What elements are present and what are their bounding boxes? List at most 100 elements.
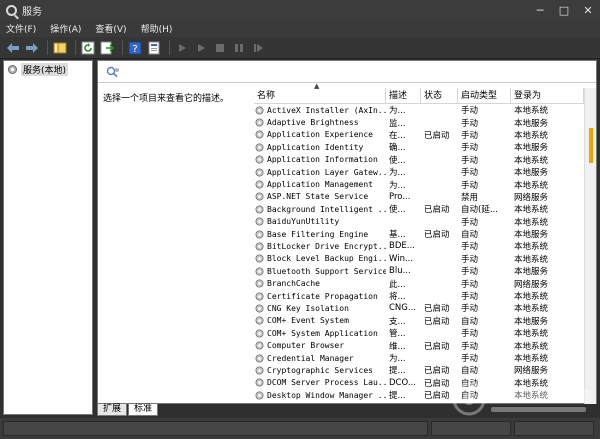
service-name-cell: BranchCache: [254, 279, 386, 288]
export-icon: [100, 41, 114, 54]
service-gear-icon: [255, 279, 264, 288]
service-logon-cell: 本地系统: [514, 254, 549, 265]
table-row[interactable]: Block Level Backup Engi... Win... 手动 本地系统: [254, 253, 584, 265]
table-row[interactable]: Cryptographic Services 提... 已启动 自动 网络服务: [254, 364, 584, 376]
toolbar-separator: [169, 40, 170, 55]
table-row[interactable]: COM+ System Application 管... 手动 本地系统: [254, 327, 584, 339]
restart-service-button[interactable]: [250, 40, 266, 56]
service-logon-cell: 本地系统: [514, 205, 549, 216]
service-description-cell: 为...: [389, 106, 406, 117]
table-row[interactable]: CNG Key Isolation CNG... 已启动 手动 本地系统: [254, 302, 584, 314]
close-button[interactable]: ✕: [576, 0, 600, 20]
service-description-cell: 在...: [389, 130, 406, 141]
table-row[interactable]: Base Filtering Engine 基... 已启动 自动 本地服务: [254, 228, 584, 240]
help-button[interactable]: ?: [127, 40, 143, 56]
service-name-cell: ActiveX Installer (AxIn...: [254, 106, 386, 115]
tree-item-services-local[interactable]: 服务(本地): [4, 61, 92, 78]
services-app-icon: [6, 4, 17, 16]
forward-button[interactable]: [24, 40, 40, 56]
service-status-cell: 已启动: [424, 304, 450, 315]
start-service-button[interactable]: [174, 40, 190, 56]
tab-extended[interactable]: 扩展: [97, 404, 128, 416]
service-logon-cell: 本地服务: [514, 267, 549, 278]
back-button[interactable]: [5, 40, 21, 56]
title-bar: 服务 ─ □ ✕: [0, 0, 600, 20]
menu-action[interactable]: 操作(A): [50, 22, 81, 35]
service-name: COM+ System Application: [267, 328, 378, 338]
menu-view[interactable]: 查看(V): [95, 22, 126, 35]
menu-help[interactable]: 帮助(H): [141, 22, 173, 35]
help-icon: ?: [128, 41, 142, 55]
table-row[interactable]: Credential Manager 为... 手动 本地系统: [254, 352, 584, 364]
properties-button[interactable]: [146, 40, 162, 56]
service-gear-icon: [255, 366, 264, 375]
service-name: BaiduYunUtility: [267, 217, 340, 227]
column-header-description[interactable]: 描述: [386, 87, 421, 104]
table-row[interactable]: Application Identity 确... 手动 本地服务: [254, 141, 584, 153]
service-name-cell: Computer Browser: [254, 341, 386, 350]
menu-bar: 文件(F) 操作(A) 查看(V) 帮助(H): [0, 20, 600, 37]
column-header-status[interactable]: 状态: [421, 87, 458, 104]
start-service-alt-button[interactable]: [193, 40, 209, 56]
status-segment: [514, 421, 594, 436]
table-row[interactable]: ActiveX Installer (AxIn... 为... 手动 本地系统: [254, 104, 584, 116]
table-row[interactable]: Background Intelligent ... 使... 已启动 自动(延...…: [254, 203, 584, 215]
table-row[interactable]: BaiduYunUtility 手动 本地系统: [254, 216, 584, 228]
service-status-cell: 已启动: [424, 230, 450, 241]
service-name: Certificate Propagation: [267, 291, 378, 301]
pause-service-button[interactable]: [231, 40, 247, 56]
table-row[interactable]: Computer Browser 维... 已启动 手动 本地系统: [254, 339, 584, 352]
column-header-name[interactable]: 名称: [254, 87, 386, 104]
table-row[interactable]: ASP.NET State Service Pro... 禁用 网络服务: [254, 191, 584, 203]
column-header-startup-type[interactable]: 启动类型: [458, 87, 511, 104]
show-console-tree-button[interactable]: [52, 40, 68, 56]
table-row[interactable]: Application Management 为... 手动 本地系统: [254, 178, 584, 191]
service-name-cell: CNG Key Isolation: [254, 304, 386, 313]
service-name: Application Information: [267, 155, 378, 165]
minimize-button[interactable]: ─: [528, 0, 552, 20]
export-list-button[interactable]: [99, 40, 115, 56]
service-name: CNG Key Isolation: [267, 303, 349, 313]
status-segment: [431, 421, 511, 436]
service-name-cell: BitLocker Drive Encrypt...: [254, 242, 386, 251]
console-tree: 服务(本地): [3, 60, 93, 415]
vertical-scrollbar[interactable]: [584, 88, 596, 404]
table-row[interactable]: Application Layer Gatew... 为... 手动 本地服务: [254, 166, 584, 178]
service-startup-type-cell: 手动: [461, 354, 479, 364]
table-row[interactable]: COM+ Event System 支... 已启动 自动 本地服务: [254, 315, 584, 327]
service-startup-type-cell: 手动: [461, 279, 479, 290]
tab-standard[interactable]: 标准: [128, 404, 159, 416]
service-gear-icon: [255, 316, 264, 325]
scrollbar-thumb[interactable]: [589, 128, 593, 163]
table-row[interactable]: Adaptive Brightness 监... 手动 本地服务: [254, 116, 584, 129]
table-row[interactable]: Bluetooth Support Service Blu... 手动 本地服务: [254, 265, 584, 277]
service-logon-cell: 本地系统: [514, 329, 549, 340]
table-row[interactable]: BranchCache 此... 手动 网络服务: [254, 277, 584, 290]
table-row[interactable]: Application Experience 在... 已启动 手动 本地系统: [254, 129, 584, 141]
table-row[interactable]: Certificate Propagation 将... 手动 本地系统: [254, 290, 584, 302]
refresh-button[interactable]: [80, 40, 96, 56]
services-list: ▲ 名称 描述 状态 启动类型 登录为 ActiveX Installer (A…: [254, 82, 584, 401]
service-startup-type-cell: 手动: [461, 267, 479, 278]
menu-file[interactable]: 文件(F): [6, 22, 36, 35]
watermark-logo: [452, 382, 591, 416]
service-logon-cell: 本地系统: [514, 180, 549, 191]
maximize-button[interactable]: □: [552, 0, 576, 20]
service-logon-cell: 本地系统: [514, 130, 549, 141]
service-description-cell: 确...: [389, 143, 406, 154]
service-startup-type-cell: 手动: [461, 217, 479, 228]
service-name: Application Experience: [267, 130, 373, 140]
service-description-cell: 基...: [389, 230, 406, 241]
column-header-log-on-as[interactable]: 登录为: [511, 87, 584, 104]
stop-service-button[interactable]: [212, 40, 228, 56]
table-row[interactable]: BitLocker Drive Encrypt... BDE... 手动 本地系统: [254, 240, 584, 252]
svg-text:?: ?: [132, 44, 137, 55]
service-name-cell: Adaptive Brightness: [254, 118, 386, 127]
service-startup-type-cell: 手动: [461, 180, 479, 191]
service-status-cell: 已启动: [424, 366, 450, 377]
service-description-cell: DCO...: [389, 377, 416, 388]
service-gear-icon: [255, 230, 264, 239]
service-logon-cell: 本地系统: [514, 155, 549, 166]
service-startup-type-cell: 自动(延...: [461, 205, 498, 216]
table-row[interactable]: Application Information 使... 手动 本地系统: [254, 154, 584, 166]
